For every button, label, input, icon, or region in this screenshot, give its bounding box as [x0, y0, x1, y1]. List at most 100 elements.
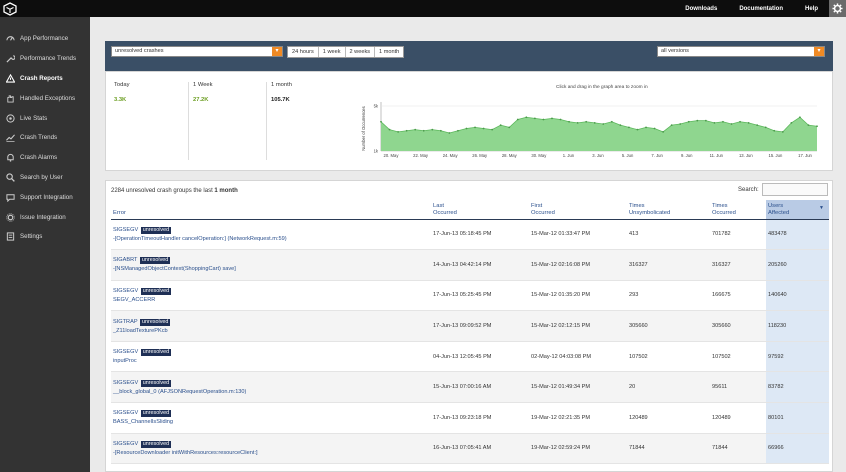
- settings-gear-icon[interactable]: [829, 0, 846, 17]
- error-detail-link[interactable]: -[NSManagedObjectContext(ShoppingCart) s…: [113, 266, 429, 272]
- data-point: [439, 129, 442, 132]
- data-point: [380, 120, 382, 123]
- times-occurred-cell: 120489: [710, 402, 766, 434]
- caption-period: 1 month: [214, 188, 238, 194]
- stat-today: Today 3.3K: [114, 82, 129, 103]
- table-row[interactable]: SIGTRAP unresolved _Z11loadTexturePKcb 17-…: [111, 310, 829, 342]
- data-point: [397, 130, 399, 133]
- data-point: [645, 126, 647, 129]
- times-unsymbolicated-cell: 413: [627, 219, 710, 251]
- range-1-month[interactable]: 1 month: [375, 47, 403, 57]
- sidebar-item-settings[interactable]: Settings: [0, 227, 90, 247]
- error-detail-link[interactable]: BASS_ChannelIsSliding: [113, 419, 429, 425]
- error-detail-link[interactable]: _Z11loadTexturePKcb: [113, 328, 429, 334]
- column-last-occurred[interactable]: Last Occurred: [431, 200, 529, 220]
- sidebar-item-label: Live Stats: [20, 114, 48, 122]
- sidebar-item-handled-exceptions[interactable]: Handled Exceptions: [0, 88, 90, 108]
- sidebar-item-search-by-user[interactable]: Search by User: [0, 168, 90, 188]
- time-range-selector: 24 hours 1 week 2 weeks 1 month: [287, 46, 405, 58]
- sidebar-item-app-performance[interactable]: App Performance: [0, 29, 90, 49]
- last-occurred-cell: 14-Jun-13 04:42:14 PM: [431, 249, 529, 281]
- times-occurred-cell: 71844: [710, 433, 766, 465]
- sidebar-item-crash-alarms[interactable]: Crash Alarms: [0, 148, 90, 168]
- signal-name[interactable]: SIGABRT: [113, 257, 137, 263]
- column-label: First Occurred: [531, 202, 555, 216]
- range-24-hours[interactable]: 24 hours: [288, 47, 319, 57]
- last-occurred-cell: 17-Jun-13 09:09:52 PM: [431, 310, 529, 342]
- column-first-occurred[interactable]: First Occurred: [529, 200, 627, 220]
- data-point: [696, 119, 699, 122]
- column-label: Times Occurred: [712, 202, 736, 216]
- table-row[interactable]: SIGSEGV unresolved -[OperationTimeoutHand…: [111, 219, 829, 251]
- error-detail-link[interactable]: __block_global_0 (AFJSONRequestOperation…: [113, 389, 429, 395]
- times-unsymbolicated-cell: 20: [627, 371, 710, 404]
- sidebar-item-label: Crash Trends: [20, 134, 58, 142]
- chevron-down-icon[interactable]: ▾: [272, 47, 282, 56]
- error-cell: SIGSEGV unresolved -[OperationTimeoutHand…: [111, 219, 431, 251]
- signal-name[interactable]: SIGSEGV: [113, 380, 138, 386]
- last-occurred-cell: 15-Jun-13 07:00:16 AM: [431, 371, 529, 404]
- documentation-link[interactable]: Documentation: [739, 6, 783, 12]
- crash-occurrence-chart[interactable]: 5k 1k Number of Occurrences 20. May 22. May 2…: [359, 94, 829, 169]
- first-occurred-cell: 15-Mar-12 02:16:08 PM: [529, 249, 627, 281]
- data-point: [816, 125, 818, 128]
- logo-icon[interactable]: [3, 2, 17, 16]
- data-point: [568, 120, 570, 123]
- last-occurred-cell: 17-Jun-13 05:25:45 PM: [431, 280, 529, 312]
- version-select[interactable]: all versions ▾: [657, 46, 825, 57]
- column-times-occurred[interactable]: Times Occurred: [710, 200, 766, 220]
- x-tick-label: 11. Jun: [710, 153, 724, 158]
- users-affected-cell: 483478: [766, 219, 829, 251]
- table-row[interactable]: SIGSEGV unresolved BASS_ChannelIsSliding 1…: [111, 402, 829, 434]
- downloads-link[interactable]: Downloads: [685, 6, 717, 12]
- sidebar-item-issue-integration[interactable]: Issue Integration: [0, 207, 90, 227]
- x-tick-label: 26. May: [472, 153, 488, 158]
- chart-zoom-hint: Click and drag in the graph area to zoom…: [556, 85, 648, 90]
- sidebar-item-label: Search by User: [20, 173, 63, 181]
- sidebar-item-label: Crash Reports: [20, 74, 63, 82]
- sidebar-item-support-integration[interactable]: Support Integration: [0, 187, 90, 207]
- column-error[interactable]: Error: [111, 200, 431, 220]
- x-tick-label: 20. May: [384, 153, 400, 158]
- range-1-week[interactable]: 1 week: [319, 47, 346, 57]
- signal-name[interactable]: SIGSEGV: [113, 349, 138, 355]
- times-unsymbolicated-cell: 293: [627, 280, 710, 312]
- table-row[interactable]: SIGSEGV unresolved SEGV_ACCERR 17-Jun-13 0…: [111, 280, 829, 312]
- users-affected-cell: 118230: [766, 310, 829, 342]
- first-occurred-cell: 15-Mar-12 01:49:34 PM: [529, 371, 627, 404]
- sidebar-item-label: App Performance: [20, 35, 69, 43]
- users-affected-cell: 97592: [766, 341, 829, 373]
- error-detail-link[interactable]: -[ResourceDownloader initWithResources:r…: [113, 450, 429, 456]
- column-times-unsymbolicated[interactable]: Times Unsymbolicated: [627, 200, 710, 220]
- sidebar-item-crash-trends[interactable]: Crash Trends: [0, 128, 90, 148]
- signal-name[interactable]: SIGSEGV: [113, 441, 138, 447]
- error-detail-link[interactable]: SEGV_ACCERR: [113, 297, 429, 303]
- table-row[interactable]: SIGSEGV unresolved inputProc 04-Jun-13 12:…: [111, 341, 829, 373]
- range-2-weeks[interactable]: 2 weeks: [346, 47, 376, 57]
- signal-name[interactable]: SIGSEGV: [113, 227, 138, 233]
- stat-week: 1 Week 27.2K: [188, 82, 213, 160]
- stat-month: 1 month 105.7K: [266, 82, 292, 160]
- table-row[interactable]: SIGABRT unresolved -[NSManagedObjectConte…: [111, 249, 829, 281]
- chevron-down-icon[interactable]: ▾: [814, 47, 824, 56]
- table-row[interactable]: SIGSEGV unresolved -[ResourceDownloader i…: [111, 433, 829, 465]
- search-input[interactable]: [762, 183, 828, 196]
- signal-name[interactable]: SIGSEGV: [113, 288, 138, 294]
- error-detail-link[interactable]: inputProc: [113, 358, 429, 364]
- signal-name[interactable]: SIGSEGV: [113, 410, 138, 416]
- help-link[interactable]: Help: [805, 6, 818, 12]
- version-value: all versions: [661, 48, 689, 54]
- sidebar-item-crash-reports[interactable]: Crash Reports: [0, 69, 90, 89]
- data-point: [713, 121, 716, 124]
- error-detail-link[interactable]: -[OperationTimeoutHandler cancelOperatio…: [113, 236, 429, 242]
- search-icon: [5, 172, 15, 182]
- signal-name[interactable]: SIGTRAP: [113, 319, 137, 325]
- sidebar-item-live-stats[interactable]: Live Stats: [0, 108, 90, 128]
- table-row[interactable]: SIGSEGV unresolved __block_global_0 (AFJS…: [111, 371, 829, 404]
- data-point: [790, 121, 793, 124]
- crash-type-select[interactable]: unresolved crashes ▾: [111, 46, 283, 57]
- sidebar-item-performance-trends[interactable]: Performance Trends: [0, 49, 90, 69]
- column-users-affected[interactable]: Users Affected ▼: [766, 200, 829, 220]
- first-occurred-cell: 19-Mar-12 02:59:24 PM: [529, 433, 627, 465]
- gear-icon: [5, 212, 15, 222]
